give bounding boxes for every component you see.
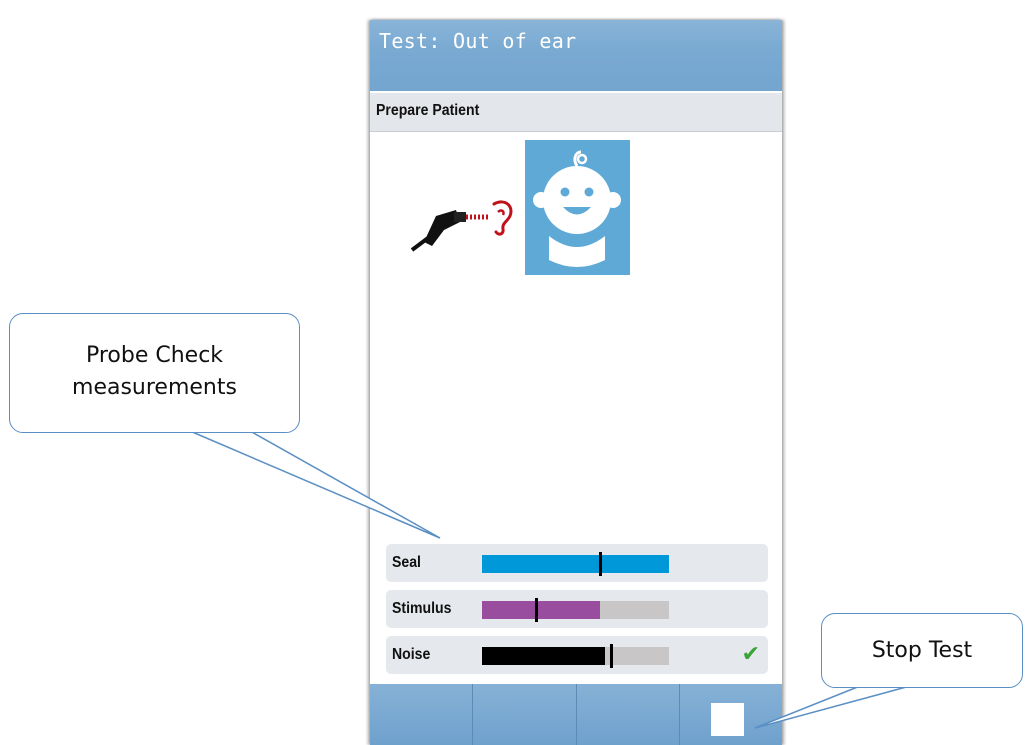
callout-line-2: measurements	[72, 375, 237, 400]
probe-check-callout: Probe Check measurements	[9, 313, 300, 433]
stop-test-callout: Stop Test	[821, 613, 1023, 688]
callout-line-1: Probe Check	[85, 343, 224, 368]
